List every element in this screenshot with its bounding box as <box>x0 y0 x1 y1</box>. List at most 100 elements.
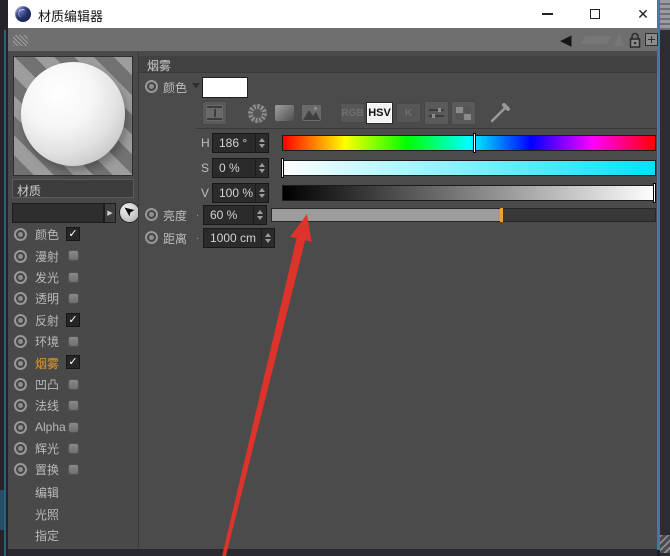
color-system-button-k[interactable]: K <box>396 103 421 123</box>
color-dropdown-icon[interactable] <box>192 83 200 88</box>
combo-expand-button[interactable]: ▶ <box>104 203 116 223</box>
channel-row[interactable]: 环境 <box>8 331 138 352</box>
channel-label[interactable]: 透明 <box>35 290 59 307</box>
minimize-button[interactable] <box>530 0 564 28</box>
color-system-button-hsv[interactable]: HSV <box>366 102 393 124</box>
channel-radio-icon[interactable] <box>14 377 27 391</box>
value-slider[interactable] <box>282 183 656 203</box>
sidebar-section[interactable]: 光照 <box>8 503 138 524</box>
channel-row[interactable]: 反射 ✓ <box>8 310 138 331</box>
channel-radio-icon[interactable] <box>14 442 27 456</box>
channel-row[interactable]: 法线 <box>8 395 138 416</box>
channel-radio-icon[interactable] <box>14 292 27 306</box>
channel-label[interactable]: Alpha <box>35 420 66 434</box>
channel-checkbox[interactable] <box>68 271 79 283</box>
channel-row[interactable]: 辉光 <box>8 438 138 459</box>
saturation-handle[interactable] <box>281 158 284 178</box>
saturation-slider[interactable] <box>281 158 656 178</box>
back-arrow-icon[interactable]: ◀ <box>560 31 572 49</box>
swatches-icon[interactable] <box>451 101 476 125</box>
channel-radio-icon[interactable] <box>14 335 27 349</box>
titlebar[interactable]: 材质编辑器 ✕ <box>8 0 657 28</box>
channel-checkbox[interactable] <box>68 442 79 454</box>
channel-checkbox[interactable] <box>68 335 79 347</box>
spectrum-icon[interactable] <box>272 101 297 125</box>
channel-label[interactable]: 颜色 <box>35 226 59 243</box>
brightness-radio-icon[interactable] <box>145 208 158 221</box>
channel-checkbox[interactable]: ✓ <box>66 312 80 327</box>
channel-label[interactable]: 凹凸 <box>35 376 59 393</box>
channel-row[interactable]: 烟雾 ✓ <box>8 352 138 373</box>
material-preview[interactable] <box>13 56 133 176</box>
channel-checkbox[interactable] <box>68 378 79 390</box>
channel-radio-icon[interactable] <box>14 228 27 242</box>
saturation-value[interactable]: 0 % <box>213 161 255 175</box>
brightness-spinner[interactable] <box>253 206 266 224</box>
saturation-value-box[interactable]: 0 % <box>212 158 269 178</box>
value-handle[interactable] <box>653 183 656 203</box>
brightness-handle[interactable] <box>499 208 503 222</box>
channel-row[interactable]: 凹凸 <box>8 374 138 395</box>
color-system-button-rgb[interactable]: RGB <box>340 103 365 123</box>
channel-checkbox[interactable]: ✓ <box>66 227 80 241</box>
channel-radio-icon[interactable] <box>14 249 27 263</box>
brightness-slider[interactable] <box>271 208 656 222</box>
channel-radio-icon[interactable] <box>14 270 27 284</box>
hue-value-box[interactable]: 186 ° <box>212 133 269 153</box>
compact-mode-icon[interactable] <box>202 101 227 125</box>
channel-checkbox[interactable] <box>68 400 79 412</box>
preset-combo-input[interactable] <box>12 203 104 223</box>
hue-handle[interactable] <box>473 133 477 153</box>
channel-row[interactable]: 发光 <box>8 267 138 288</box>
close-button[interactable]: ✕ <box>626 0 660 28</box>
pick-material-button[interactable] <box>119 202 140 223</box>
distance-value-box[interactable]: 1000 cm <box>203 228 275 248</box>
distance-spinner[interactable] <box>261 229 274 247</box>
value-value[interactable]: 100 % <box>213 186 255 200</box>
color-swatch[interactable] <box>202 77 248 98</box>
channel-label[interactable]: 环境 <box>35 333 59 350</box>
add-panel-icon[interactable] <box>645 33 658 46</box>
channel-checkbox[interactable] <box>68 464 79 476</box>
channel-row[interactable]: 漫射 <box>8 245 138 266</box>
resize-grip[interactable] <box>660 535 670 553</box>
channel-checkbox[interactable] <box>68 421 79 433</box>
channel-label[interactable]: 反射 <box>35 312 59 329</box>
channel-row[interactable]: 置换 <box>8 459 138 480</box>
channel-radio-icon[interactable] <box>14 420 27 434</box>
channel-radio-icon[interactable] <box>14 463 27 477</box>
image-picker-icon[interactable] <box>299 101 324 125</box>
channel-label[interactable]: 法线 <box>35 397 59 414</box>
sidebar-section[interactable]: 编辑 <box>8 482 138 503</box>
channel-checkbox[interactable]: ✓ <box>66 355 80 370</box>
color-radio-icon[interactable] <box>145 80 158 93</box>
channel-radio-icon[interactable] <box>14 313 27 327</box>
channel-row[interactable]: Alpha <box>8 417 138 438</box>
maximize-button[interactable] <box>578 0 612 28</box>
hue-slider[interactable] <box>282 133 656 153</box>
hue-spinner[interactable] <box>255 134 268 152</box>
value-value-box[interactable]: 100 % <box>212 183 269 203</box>
material-name-field[interactable]: 材质 <box>12 179 134 198</box>
eyedropper-icon[interactable] <box>487 101 512 125</box>
channel-checkbox[interactable] <box>68 293 79 305</box>
channel-row[interactable]: 透明 <box>8 288 138 309</box>
distance-radio-icon[interactable] <box>145 231 158 244</box>
channel-radio-icon[interactable] <box>14 399 27 413</box>
channel-label[interactable]: 置换 <box>35 461 59 478</box>
brightness-value-box[interactable]: 60 % <box>203 205 267 225</box>
channel-row[interactable]: 颜色 ✓ <box>8 224 138 245</box>
channel-label[interactable]: 辉光 <box>35 440 59 457</box>
value-spinner[interactable] <box>255 184 268 202</box>
channel-label[interactable]: 烟雾 <box>35 355 59 372</box>
drag-grip-icon[interactable] <box>13 35 28 46</box>
distance-value[interactable]: 1000 cm <box>204 231 261 245</box>
channel-label[interactable]: 发光 <box>35 269 59 286</box>
hue-value[interactable]: 186 ° <box>213 136 255 150</box>
brightness-value[interactable]: 60 % <box>204 208 253 222</box>
channel-radio-icon[interactable] <box>14 356 27 370</box>
saturation-spinner[interactable] <box>255 159 268 177</box>
mixer-icon[interactable] <box>424 101 449 125</box>
color-wheel-icon[interactable] <box>245 101 270 125</box>
channel-checkbox[interactable] <box>68 250 79 262</box>
